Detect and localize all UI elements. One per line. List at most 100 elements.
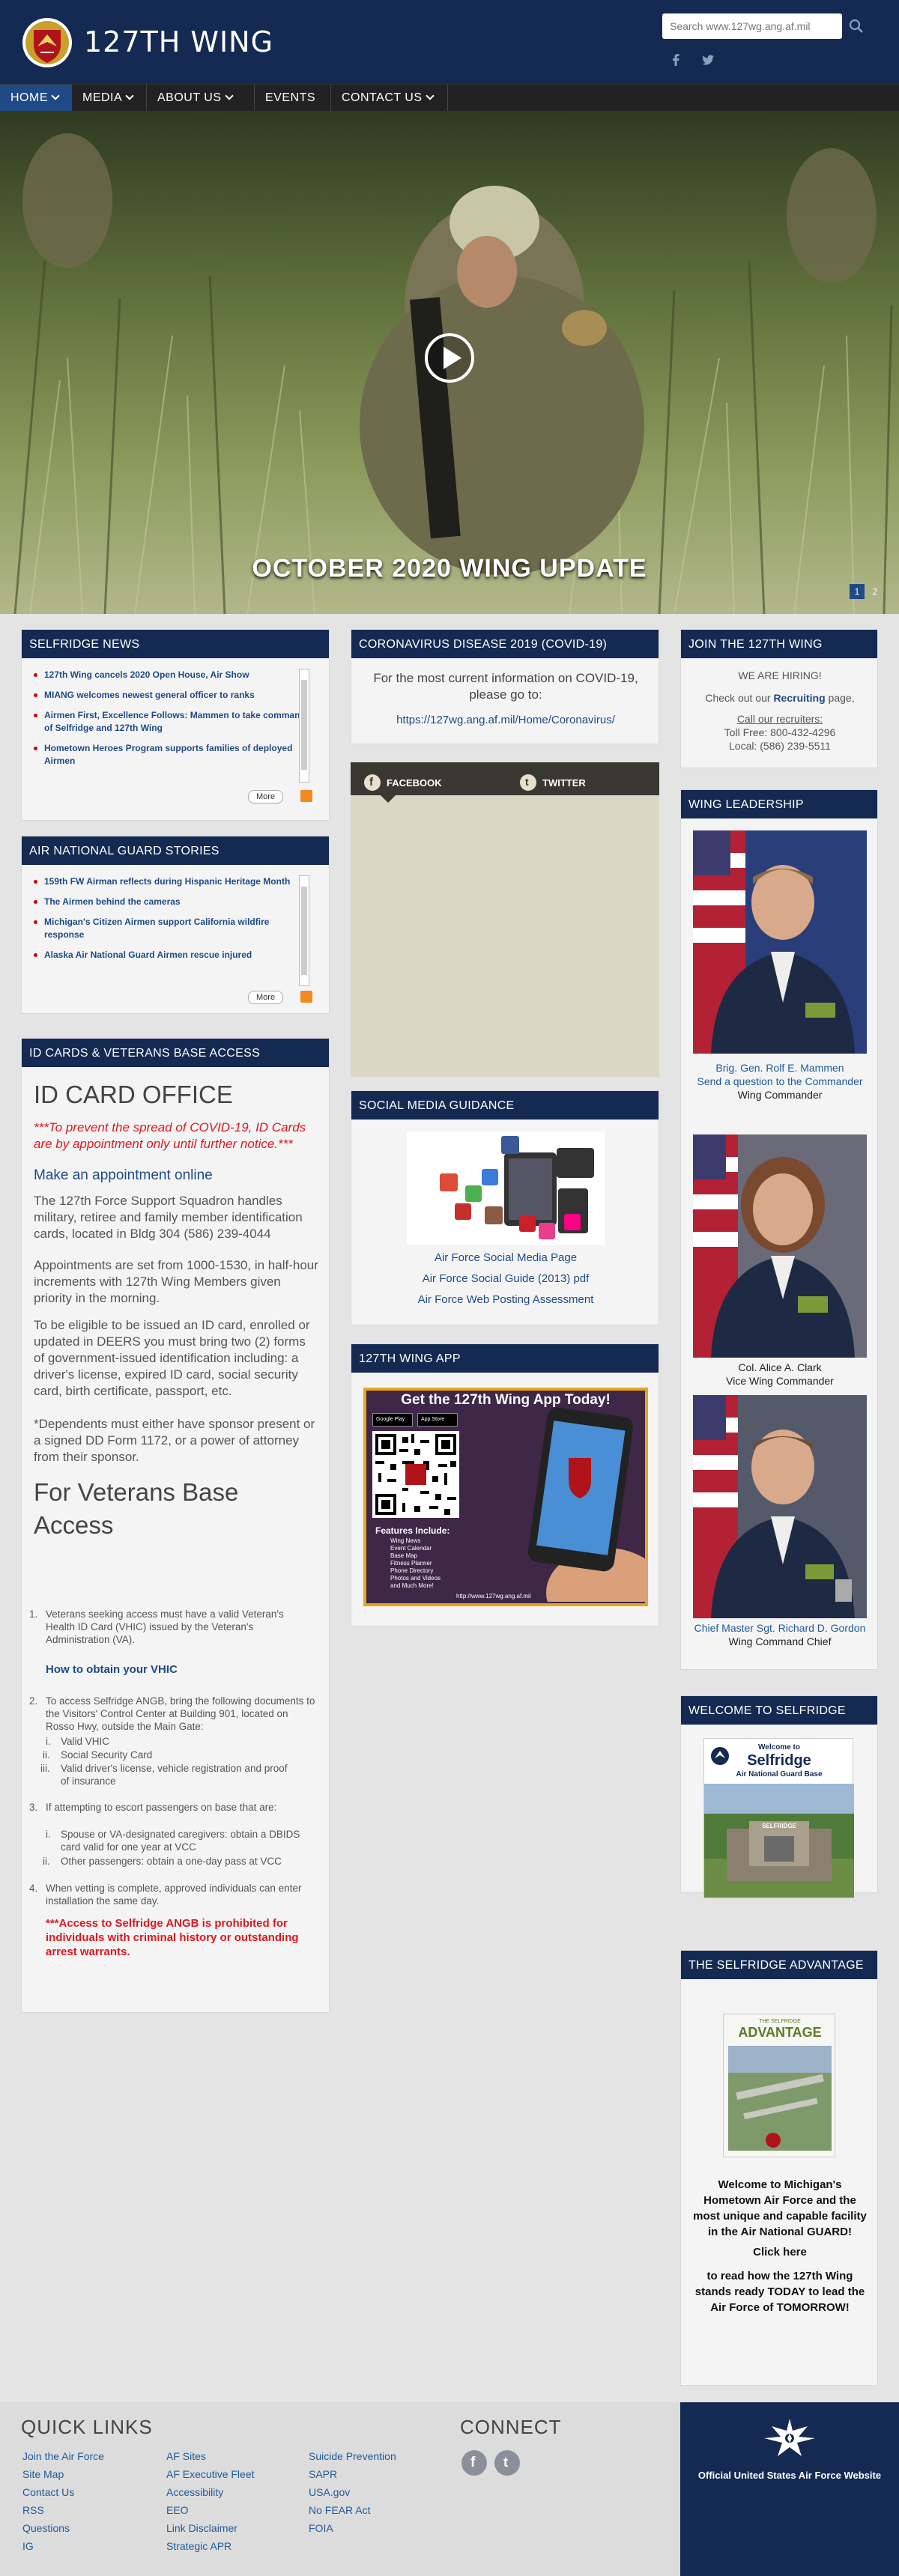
footer-link[interactable]: No FEAR Act (309, 2504, 370, 2516)
footer-link[interactable]: Contact Us (22, 2486, 74, 2498)
footer-link[interactable]: Questions (22, 2522, 70, 2534)
nav-contact-us[interactable]: CONTACT US (331, 85, 448, 112)
footer-link[interactable]: SAPR (309, 2468, 337, 2480)
wing-app-banner[interactable]: Get the 127th Wing App Today! Google Pla… (363, 1388, 648, 1606)
twitter-icon[interactable]: t (494, 2450, 520, 2476)
app-url[interactable]: http://www.127wg.ang.af.mil (456, 1593, 531, 1600)
panel-title: AIR NATIONAL GUARD STORIES (22, 836, 329, 865)
story-item[interactable]: Alaska Air National Guard Airmen rescue … (32, 949, 309, 962)
nav-events[interactable]: EVENTS (255, 85, 331, 112)
facebook-icon[interactable]: f (461, 2450, 487, 2476)
social-guidance-link[interactable]: Air Force Web Posting Assessment (351, 1293, 660, 1306)
search-input[interactable] (662, 13, 842, 39)
footer-link[interactable]: Join the Air Force (22, 2450, 104, 2462)
tab-twitter[interactable]: TWITTER (542, 777, 586, 789)
card-line-3: Air National Guard Base (736, 1770, 823, 1778)
nav-about-us[interactable]: ABOUT US (147, 85, 255, 112)
leader-name-link[interactable]: Chief Master Sgt. Richard D. Gordon (694, 1622, 866, 1634)
call-label: Call our recruiters (736, 713, 820, 725)
news-scrollbar[interactable] (299, 669, 309, 783)
footer-link[interactable]: RSS (22, 2504, 44, 2516)
list-number: ii. (43, 1856, 50, 1867)
rss-icon[interactable] (300, 991, 312, 1003)
news-item[interactable]: 127th Wing cancels 2020 Open House, Air … (32, 669, 309, 681)
footer-link[interactable]: FOIA (309, 2522, 333, 2534)
veterans-heading: For Veterans Base Access (34, 1478, 239, 1539)
covid-text: For the most current information on COVI… (373, 671, 638, 702)
appointment-link[interactable]: Make an appointment online (34, 1167, 318, 1184)
leader-name-link[interactable]: Brig. Gen. Rolf E. Mammen (715, 1062, 844, 1074)
search-icon[interactable] (848, 18, 865, 34)
google-play-badge[interactable]: Google Play (372, 1413, 413, 1427)
site-title[interactable]: 127TH WING (84, 25, 273, 58)
stories-scrollbar[interactable] (299, 875, 309, 986)
feature-item: Wing News (390, 1537, 421, 1544)
facebook-icon[interactable] (668, 52, 683, 67)
appointments-text: Appointments are set from 1000-1530, in … (34, 1258, 318, 1305)
leader-portrait[interactable] (693, 830, 867, 1054)
air-force-wings-icon[interactable] (763, 2416, 817, 2459)
vhic-link[interactable]: How to obtain your VHIC (46, 1663, 178, 1676)
scroll-thumb[interactable] (301, 680, 307, 770)
play-icon[interactable] (423, 332, 476, 384)
slide-pager-1[interactable]: 1 (850, 584, 865, 599)
social-guidance-link[interactable]: Air Force Social Guide (2013) pdf (351, 1272, 660, 1285)
facebook-icon[interactable]: f (364, 774, 381, 791)
welcome-card[interactable]: Welcome to Selfridge Air National Guard … (703, 1738, 854, 1898)
official-af-website[interactable]: Official United States Air Force Website (680, 2470, 899, 2481)
rss-icon[interactable] (300, 790, 312, 802)
click-here-link[interactable]: Click here (681, 2246, 879, 2258)
footer-link[interactable]: USA.gov (309, 2486, 350, 2498)
leader-portrait[interactable] (693, 1134, 867, 1358)
app-store-badge[interactable]: App Store (417, 1413, 458, 1427)
send-question-link[interactable]: Send a question to the Commander (697, 1075, 862, 1087)
footer-link[interactable]: Site Map (22, 2468, 64, 2480)
footer-link[interactable]: IG (22, 2540, 34, 2552)
recruiting-link[interactable]: Recruiting (773, 692, 825, 704)
leader-caption: Col. Alice A. Clark Vice Wing Commander (681, 1361, 879, 1388)
twitter-icon[interactable] (700, 52, 715, 67)
more-button[interactable]: More (248, 991, 284, 1004)
list-number: i. (46, 1829, 51, 1840)
sub-list-item: Social Security Card (61, 1749, 153, 1761)
footer-link[interactable]: Accessibility (166, 2486, 223, 2498)
footer-link[interactable]: Strategic APR (166, 2540, 231, 2552)
quick-links-title: QUICK LINKS (21, 2416, 153, 2438)
advantage-brochure[interactable]: THE SELFRIDGE ADVANTAGE (723, 2014, 835, 2157)
more-button[interactable]: More (248, 790, 284, 804)
card-line-1: Welcome to (758, 1743, 800, 1752)
tab-facebook[interactable]: FACEBOOK (387, 777, 442, 789)
nav-home[interactable]: HOME (0, 85, 72, 112)
list-item: When vetting is complete, approved indiv… (46, 1883, 302, 1907)
leader-portrait[interactable] (693, 1395, 867, 1618)
hero-video[interactable]: OCTOBER 2020 WING UPDATE 1 2 (0, 111, 899, 614)
slide-pager-2[interactable]: 2 (868, 584, 883, 599)
story-item[interactable]: 159th FW Airman reflects during Hispanic… (32, 875, 309, 888)
footer-link[interactable]: Link Disclaimer (166, 2522, 237, 2534)
chevron-down-icon (51, 91, 60, 100)
story-item[interactable]: Michigan's Citizen Airmen support Califo… (32, 916, 309, 941)
feature-item: Phone Directory (390, 1567, 434, 1574)
news-item[interactable]: Hometown Heroes Program supports familie… (32, 742, 309, 768)
card-line-2: Selfridge (747, 1752, 811, 1769)
wing-app-panel: 127TH WING APP Get the 127th Wing App To… (351, 1343, 659, 1626)
wing-emblem-logo[interactable] (21, 16, 73, 69)
scroll-thumb[interactable] (301, 887, 307, 975)
footer-link[interactable]: EEO (166, 2504, 189, 2516)
news-item[interactable]: Airmen First, Excellence Follows: Mammen… (32, 709, 309, 735)
covid-link[interactable]: https://127wg.ang.af.mil/Home/Coronaviru… (351, 714, 660, 726)
support-squadron-text: The 127th Force Support Squadron handles… (34, 1194, 303, 1241)
hero-caption[interactable]: OCTOBER 2020 WING UPDATE (0, 554, 899, 583)
panel-title: JOIN THE 127TH WING (681, 630, 877, 658)
footer-link[interactable]: AF Executive Fleet (166, 2468, 255, 2480)
story-item[interactable]: The Airmen behind the cameras (32, 896, 309, 908)
list-number: iii. (40, 1763, 50, 1774)
nav-media[interactable]: MEDIA (72, 85, 147, 112)
brochure-subtitle: THE SELFRIDGE (759, 2019, 801, 2024)
footer-link[interactable]: Suicide Prevention (309, 2450, 396, 2462)
news-item[interactable]: MIANG welcomes newest general officer to… (32, 689, 309, 702)
footer-link[interactable]: AF Sites (166, 2450, 206, 2462)
social-guidance-link[interactable]: Air Force Social Media Page (351, 1251, 660, 1264)
qr-code (372, 1431, 459, 1518)
twitter-icon[interactable]: t (520, 774, 536, 791)
